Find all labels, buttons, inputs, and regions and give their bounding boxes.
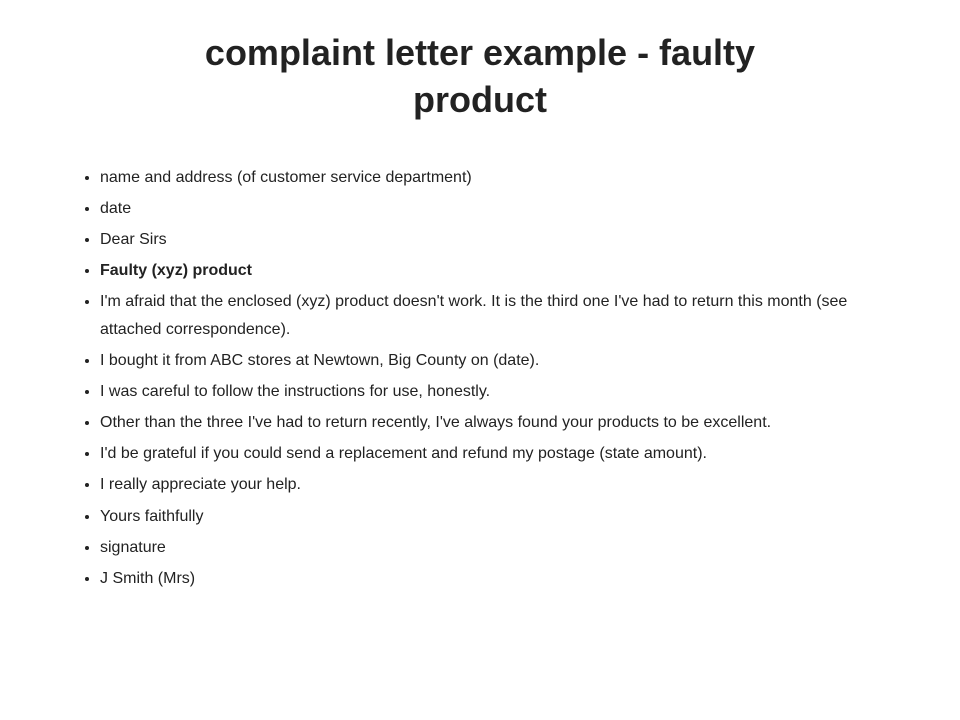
letter-item-4: I'm afraid that the enclosed (xyz) produ… [100, 288, 900, 342]
page-title: complaint letter example - faultyproduct [60, 30, 900, 124]
letter-item-10: Yours faithfully [100, 503, 900, 530]
letter-list: name and address (of customer service de… [60, 164, 900, 593]
letter-item-3: Faulty (xyz) product [100, 257, 900, 284]
letter-item-2: Dear Sirs [100, 226, 900, 253]
letter-item-0: name and address (of customer service de… [100, 164, 900, 191]
letter-item-1: date [100, 195, 900, 222]
letter-item-5: I bought it from ABC stores at Newtown, … [100, 347, 900, 374]
letter-item-8: I'd be grateful if you could send a repl… [100, 440, 900, 467]
letter-item-6: I was careful to follow the instructions… [100, 378, 900, 405]
letter-item-12: J Smith (Mrs) [100, 565, 900, 592]
letter-item-9: I really appreciate your help. [100, 471, 900, 498]
letter-item-11: signature [100, 534, 900, 561]
letter-item-7: Other than the three I've had to return … [100, 409, 900, 436]
